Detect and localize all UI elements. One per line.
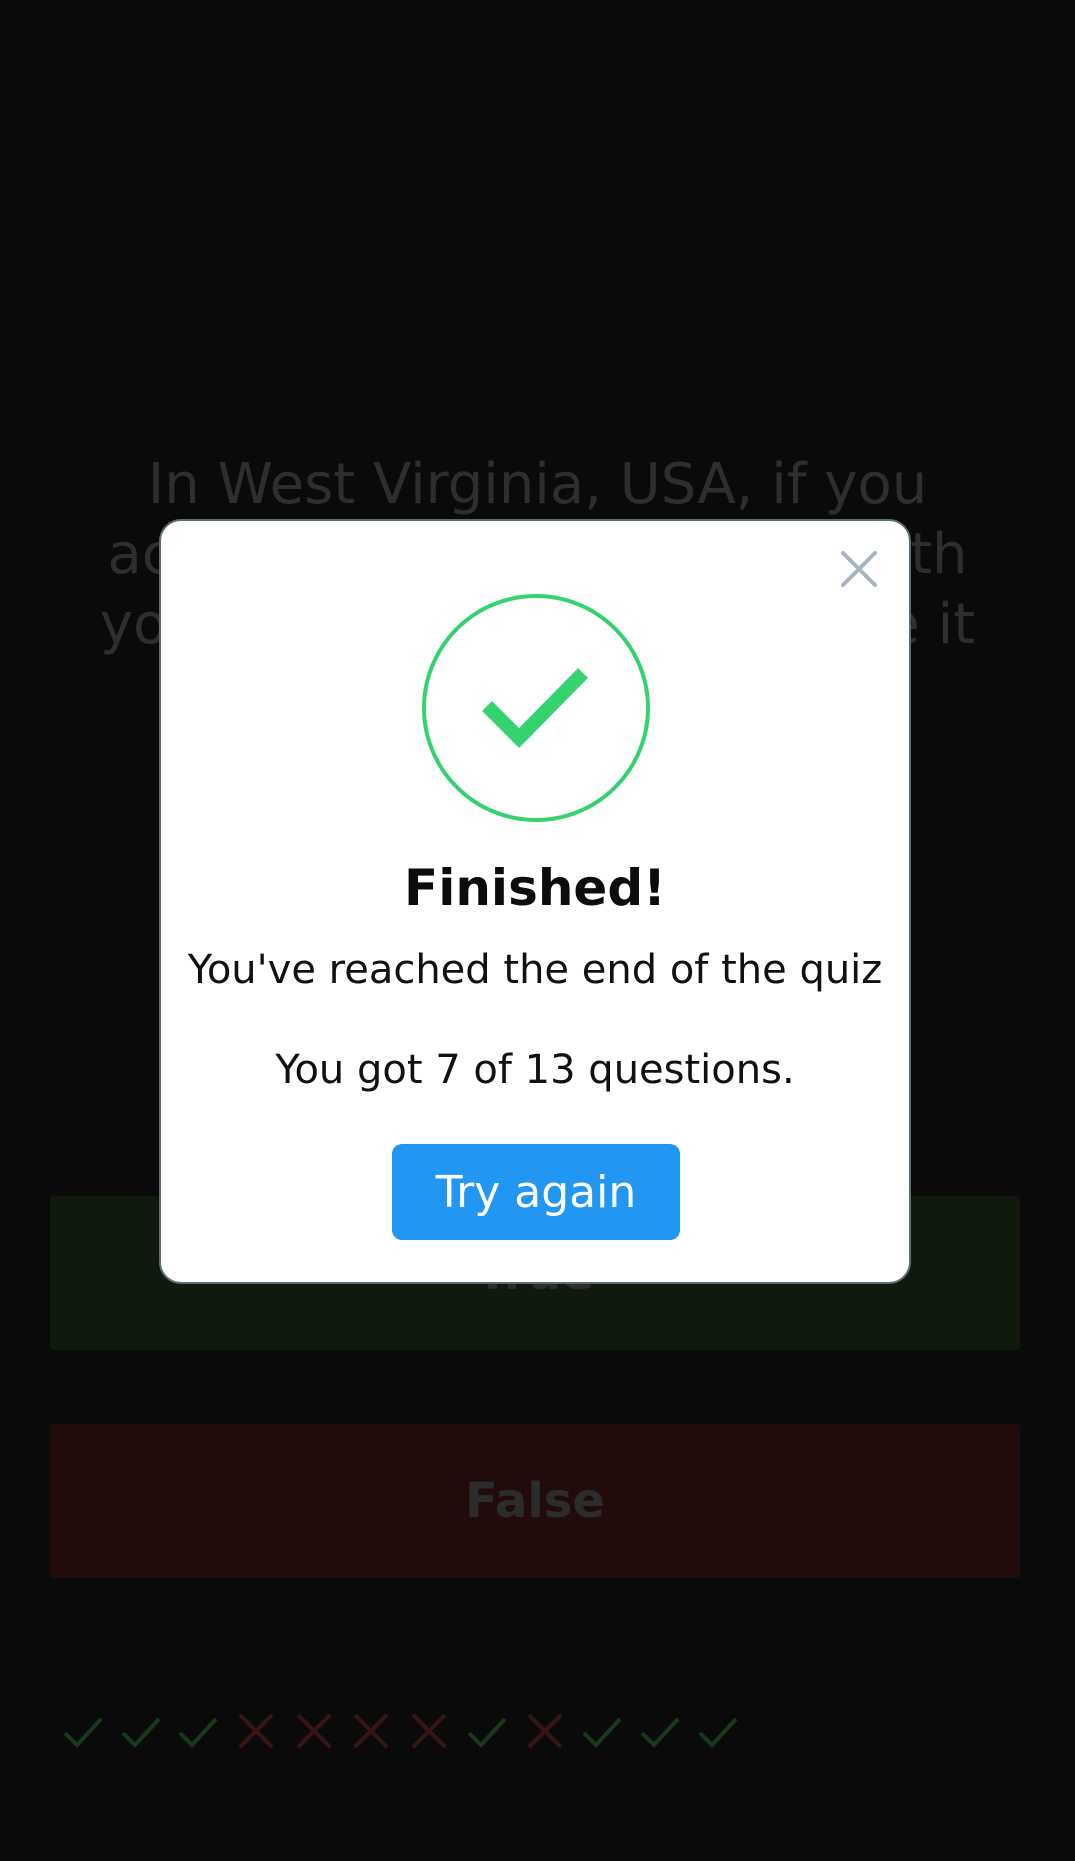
close-button[interactable] [835, 545, 883, 593]
quiz-screen: In West Virginia, USA, if you accidental… [0, 0, 1075, 1861]
try-again-button[interactable]: Try again [392, 1144, 680, 1240]
score-summary: You got 7 of 13 questions. [275, 1047, 795, 1093]
close-icon [841, 551, 877, 587]
results-modal: Finished! You've reached the end of the … [159, 519, 911, 1284]
modal-subtitle: You've reached the end of the quiz [187, 947, 883, 993]
check-circle-icon [422, 594, 650, 822]
modal-title: Finished! [404, 859, 666, 917]
